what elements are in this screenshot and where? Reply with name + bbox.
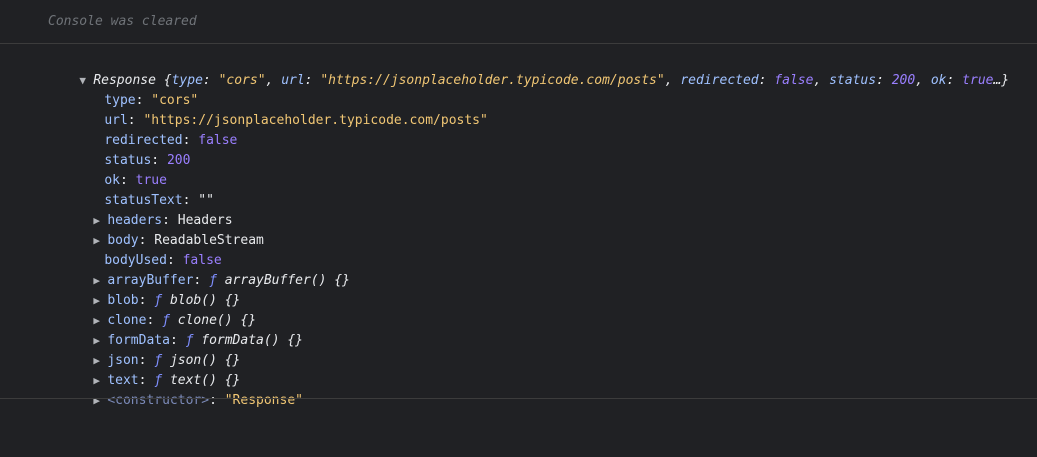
prop-row-type[interactable]: type: "cors" xyxy=(73,71,198,108)
prop-row-url[interactable]: url: "https://jsonplaceholder.typicode.c… xyxy=(73,91,488,128)
prop-val-status: 200 xyxy=(166,153,191,168)
prop-row-blob[interactable]: ▶ blob: ƒ blob() {} xyxy=(62,271,240,308)
prop-row-body[interactable]: ▶ body: ReadableStream xyxy=(62,211,264,248)
comma: , xyxy=(265,73,282,88)
prop-row-constructor[interactable]: ▶ <constructor>: "Response" xyxy=(62,371,303,408)
prop-val-constructor: "Response" xyxy=(224,393,303,408)
separator: : xyxy=(758,73,775,88)
prop-row-json[interactable]: ▶ json: ƒ json() {} xyxy=(62,331,240,368)
separator: : xyxy=(304,73,321,88)
prop-val-arraybuffer: arrayBuffer() {} xyxy=(224,273,350,288)
console-divider xyxy=(0,43,1037,44)
comma: , xyxy=(664,73,681,88)
comma: , xyxy=(915,73,931,88)
summary-key-status: status xyxy=(829,73,877,88)
prop-row-text[interactable]: ▶ text: ƒ text() {} xyxy=(62,351,240,388)
separator: : xyxy=(946,73,963,88)
separator: : xyxy=(202,73,219,88)
response-summary-row[interactable]: ▼ Response {type: "cors", url: "https://j… xyxy=(48,51,1009,88)
prop-row-headers[interactable]: ▶ headers: Headers xyxy=(62,191,232,228)
prop-row-redirected[interactable]: redirected: false xyxy=(73,111,237,148)
prop-row-statustext[interactable]: statusText: "" xyxy=(73,171,214,208)
prop-val-redirected: false xyxy=(198,133,238,148)
summary-val-redirected: false xyxy=(774,73,814,88)
prop-row-formdata[interactable]: ▶ formData: ƒ formData() {} xyxy=(62,311,303,348)
summary-key-ok: ok xyxy=(930,73,947,88)
prop-row-ok[interactable]: ok: true xyxy=(73,151,167,188)
prop-row-arraybuffer[interactable]: ▶ arrayBuffer: ƒ arrayBuffer() {} xyxy=(62,251,350,288)
separator: : xyxy=(209,393,225,408)
summary-val-status: 200 xyxy=(891,73,916,88)
devtools-console: Console was cleared ▼ Response {type: "co… xyxy=(0,0,1037,457)
prop-row-status[interactable]: status: 200 xyxy=(73,131,190,168)
separator: : xyxy=(876,73,892,88)
summary-val-url: "https://jsonplaceholder.typicode.com/po… xyxy=(320,73,665,88)
summary-key-url: url xyxy=(281,73,305,88)
triangle-right-icon[interactable]: ▶ xyxy=(93,391,107,411)
summary-key-redirected: redirected xyxy=(680,73,759,88)
summary-val-ok: true xyxy=(962,73,994,88)
summary-val-type: "cors" xyxy=(218,73,266,88)
console-cleared-message: Console was cleared xyxy=(48,14,197,29)
summary-ellipsis: …} xyxy=(993,73,1010,88)
prop-key-constructor: <constructor> xyxy=(107,393,210,408)
console-divider-bottom xyxy=(0,398,1037,399)
prop-row-clone[interactable]: ▶ clone: ƒ clone() {} xyxy=(62,291,256,328)
comma: , xyxy=(813,73,830,88)
prop-row-bodyused[interactable]: bodyUsed: false xyxy=(73,231,221,268)
